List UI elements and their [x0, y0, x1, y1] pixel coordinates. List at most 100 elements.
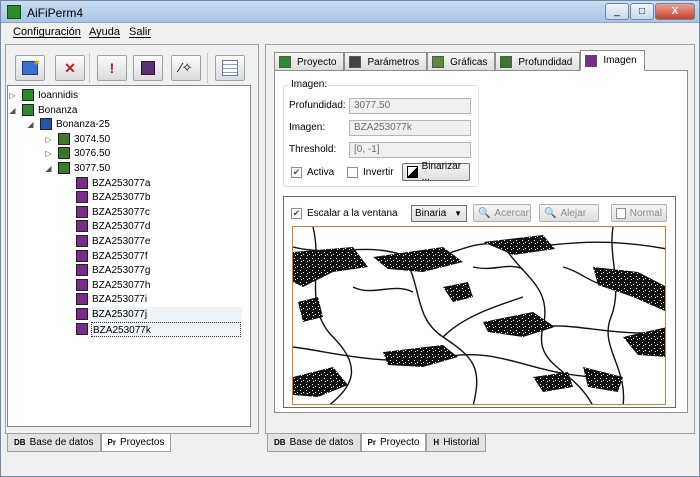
profundidad-field[interactable]: 3077.50	[349, 98, 471, 114]
tree-node-label[interactable]: BZA253077i	[92, 292, 147, 307]
delete-icon: ✕	[64, 59, 76, 76]
tab-label: Imagen	[603, 55, 637, 66]
bottom-tab-tag: DB	[274, 438, 286, 447]
toolbar-separator	[89, 53, 90, 83]
tree-node-label[interactable]: BZA253077a	[92, 176, 150, 191]
tree-node-label[interactable]: BZA253077c	[92, 205, 150, 220]
tree-node-label[interactable]: BZA253077g	[92, 263, 150, 278]
tree-node-icon	[76, 205, 88, 218]
invertir-checkbox[interactable]	[347, 167, 358, 178]
bottom-tab-h[interactable]: H Historial	[426, 434, 487, 452]
tree-node-label[interactable]: Bonanza	[38, 103, 77, 118]
left-bottom-tabs: DB Base de datos Pr Proyectos	[7, 434, 172, 452]
tree-expander-icon[interactable]: ◢	[8, 106, 17, 115]
tree-node-icon	[58, 162, 70, 174]
maximize-button[interactable]: □	[630, 3, 654, 20]
wand-icon: ⁄✧	[179, 60, 193, 75]
toolbar-separator	[207, 53, 208, 83]
bottom-tab-pr[interactable]: Pr Proyectos	[100, 434, 172, 452]
tree-expander-icon[interactable]: ◢	[26, 120, 35, 129]
acercar-button[interactable]: 🔍 Acercar	[473, 204, 531, 222]
tree-node-icon	[76, 176, 88, 189]
binarizar-button[interactable]: Binarizar ...	[402, 161, 470, 183]
minimize-button[interactable]: _	[605, 3, 629, 20]
notes-button[interactable]	[215, 55, 245, 81]
add-project-icon: ✶	[22, 58, 41, 75]
mode-select[interactable]: Binaria ▼	[411, 205, 467, 222]
binarizar-label: Binarizar ...	[421, 161, 462, 183]
binary-image-view[interactable]	[292, 226, 666, 405]
acercar-label: Acercar	[494, 207, 529, 219]
tree-node-icon	[76, 278, 88, 291]
tree-node-label[interactable]: 3076.50	[74, 146, 110, 161]
analyze-button[interactable]	[133, 55, 163, 81]
tree-node-label[interactable]: BZA253077h	[92, 278, 150, 293]
invertir-label: Invertir	[363, 167, 394, 178]
profundidad-label: Profundidad:	[289, 100, 346, 111]
tab-icon	[585, 54, 598, 67]
tab-gráficas[interactable]: Gráficas	[427, 52, 496, 71]
right-tabs: Proyecto Parámetros Gráficas Profundidad Ima…	[274, 50, 645, 71]
imagen-field[interactable]: BZA253077k	[349, 120, 471, 136]
bottom-tab-tag: DB	[14, 438, 26, 447]
tree-node-label[interactable]: 3077.50	[74, 161, 110, 176]
tab-label: Profundidad	[518, 56, 573, 68]
tree-node-icon	[76, 264, 88, 277]
tree-node-label[interactable]: BZA253077e	[92, 234, 150, 249]
activa-checkbox[interactable]: ✔	[291, 167, 302, 178]
tree-expander-icon[interactable]: ▷	[44, 135, 53, 144]
normal-button[interactable]: Normal	[611, 204, 667, 222]
bottom-tab-tag: Pr	[367, 438, 376, 447]
bottom-tab-db[interactable]: DB Base de datos	[7, 434, 101, 452]
tree-node-label[interactable]: BZA253077f	[92, 249, 148, 264]
app-icon	[7, 5, 21, 19]
tree-node-icon	[76, 191, 88, 204]
tree-node-label[interactable]: BZA253077b	[92, 190, 150, 205]
tree-expander-icon[interactable]: ▷	[8, 91, 17, 100]
close-button[interactable]: X	[655, 3, 695, 20]
mode-select-value: Binaria	[415, 208, 447, 219]
gradient-icon	[407, 166, 418, 178]
imagen-group-title: Imagen:	[289, 79, 330, 90]
bottom-tab-label: Historial	[443, 437, 480, 448]
tree-node-icon	[22, 89, 34, 101]
tab-parámetros[interactable]: Parámetros	[344, 52, 428, 71]
tree-expander-icon[interactable]: ◢	[44, 164, 53, 173]
alejar-button[interactable]: 🔍 Alejar	[539, 204, 599, 222]
tab-icon	[432, 56, 445, 68]
tree-node-label[interactable]: Ioannidis	[38, 88, 78, 103]
notes-icon	[222, 60, 238, 76]
tab-profundidad[interactable]: Profundidad	[495, 52, 581, 71]
normal-icon	[616, 207, 626, 219]
tree-node-label[interactable]: BZA253077d	[92, 219, 150, 234]
tree-node-label[interactable]: BZA253077j	[92, 307, 242, 322]
warning-button[interactable]: !	[97, 55, 127, 81]
tab-imagen[interactable]: Imagen	[580, 50, 645, 71]
tree-node-label[interactable]: Bonanza-25	[56, 117, 110, 132]
menu-configuracion[interactable]: Configuración	[13, 26, 81, 38]
tree-expander-icon[interactable]: ▷	[44, 149, 53, 158]
tree-node-icon	[76, 235, 88, 247]
threshold-field[interactable]: [0, -1]	[349, 142, 471, 158]
bottom-tab-pr[interactable]: Pr Proyecto	[360, 434, 427, 452]
delete-button[interactable]: ✕	[55, 55, 85, 81]
tree-node-label[interactable]: BZA253077k	[91, 321, 241, 337]
tab-icon	[500, 56, 513, 68]
bottom-tab-db[interactable]: DB Base de datos	[267, 434, 361, 452]
title-bar[interactable]: AiFiPerm4 _ □ X	[1, 1, 699, 23]
escalar-label: Escalar a la ventana	[307, 208, 398, 219]
tab-proyecto[interactable]: Proyecto	[274, 52, 345, 71]
escalar-checkbox[interactable]: ✔	[291, 208, 302, 219]
zoom-in-icon: 🔍	[478, 207, 491, 219]
wand-button[interactable]: ⁄✧	[171, 55, 201, 81]
tab-icon	[279, 56, 291, 68]
bottom-tab-label: Base de datos	[289, 437, 354, 448]
menu-ayuda[interactable]: Ayuda	[89, 26, 120, 38]
normal-label: Normal	[629, 207, 662, 219]
menu-salir[interactable]: Salir	[129, 26, 151, 38]
project-tree[interactable]: ▷ Ioannidis ◢ Bonanza ◢ Bonanza-25 ▷ 3074.50 ▷ 30…	[7, 85, 251, 427]
tree-node-label[interactable]: 3074.50	[74, 132, 110, 147]
tree-node-icon	[40, 118, 52, 131]
add-project-button[interactable]: ✶	[15, 55, 45, 81]
tree-node-icon	[58, 147, 70, 160]
